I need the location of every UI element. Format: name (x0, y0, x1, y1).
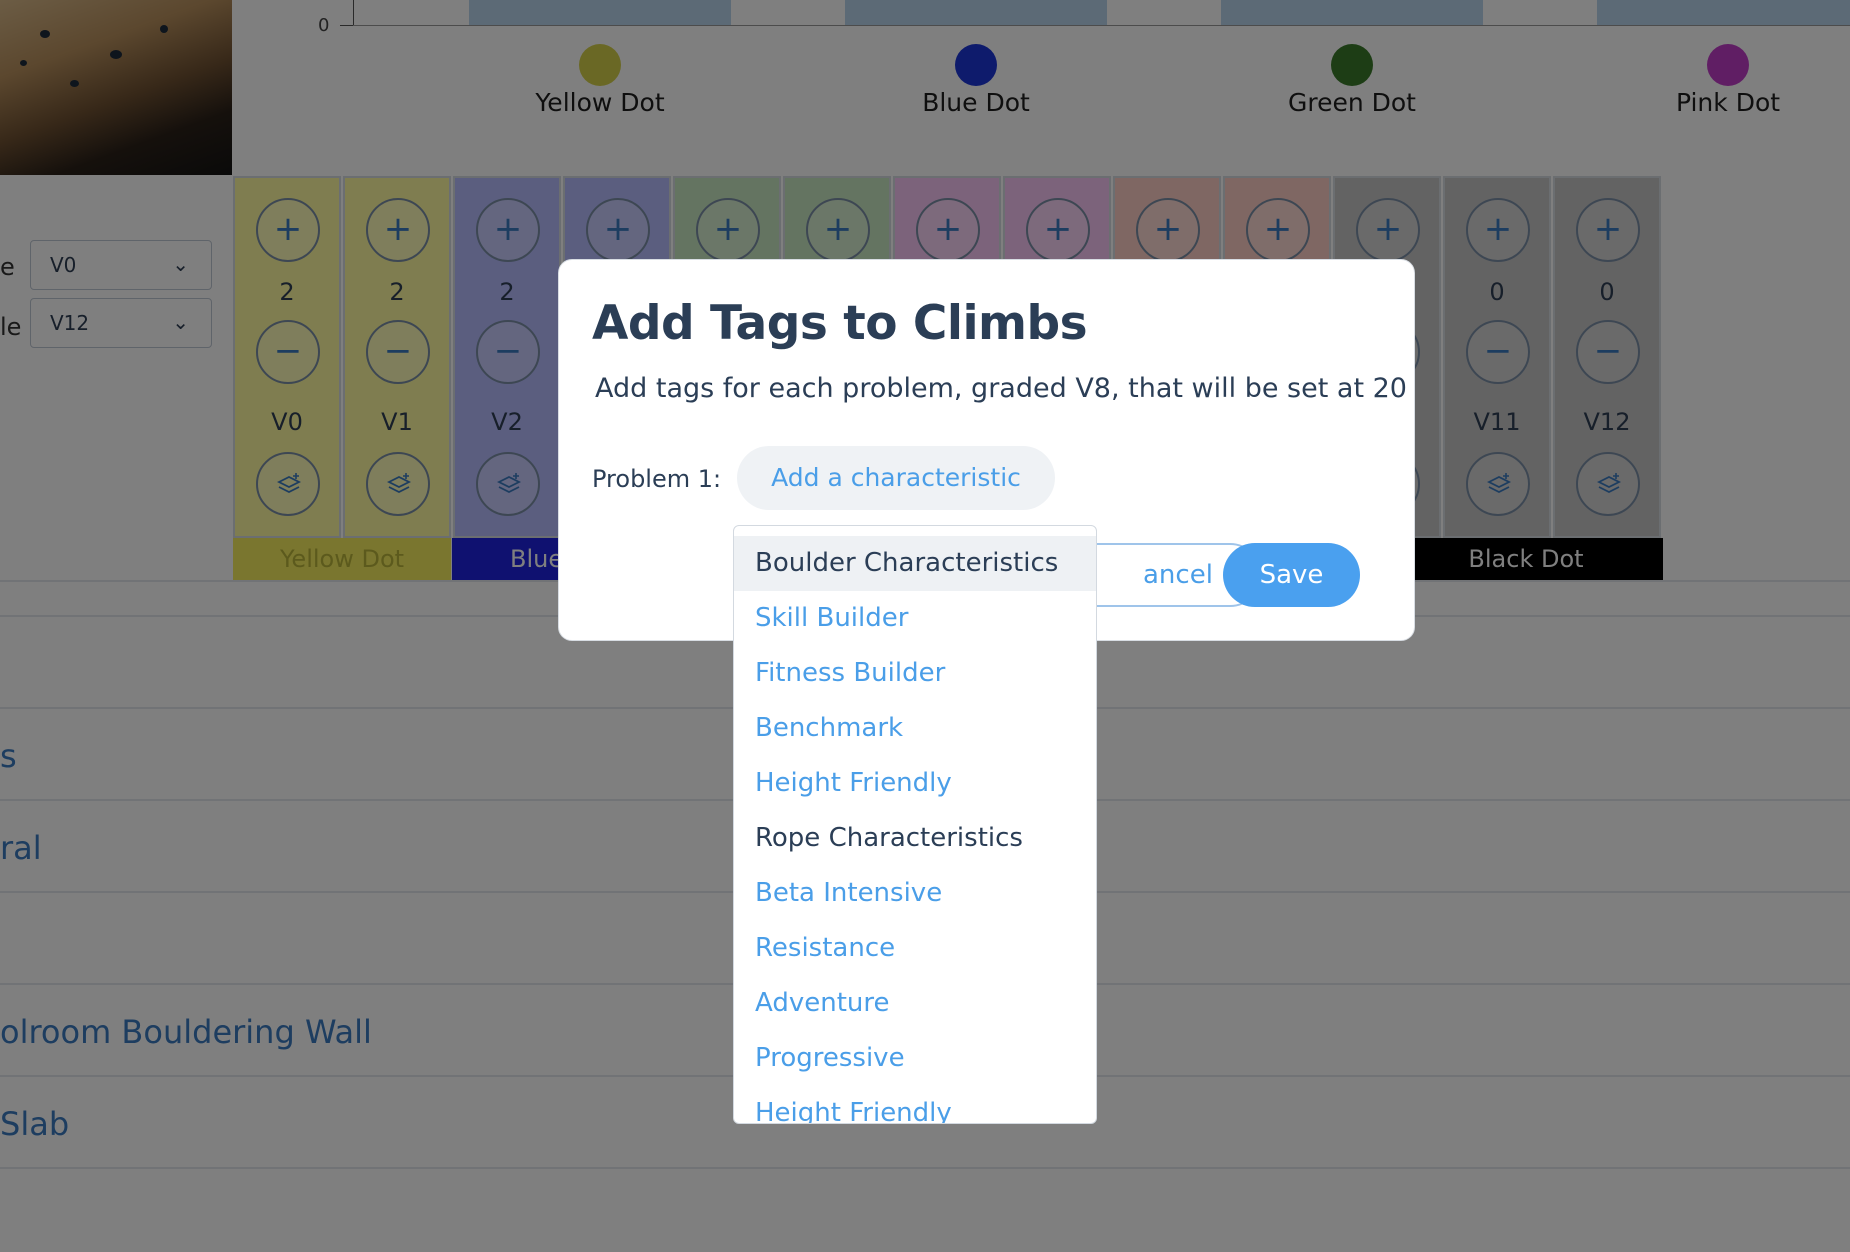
dropdown-option[interactable]: Progressive (734, 1031, 1096, 1086)
dropdown-option[interactable]: Resistance (734, 921, 1096, 976)
dropdown-option[interactable]: Adventure (734, 976, 1096, 1031)
dropdown-group-header: Rope Characteristics (755, 823, 1023, 853)
add-characteristic-select[interactable]: Add a characteristic (737, 446, 1055, 510)
modal-title: Add Tags to Climbs (592, 296, 1088, 351)
dropdown-option[interactable]: Fitness Builder (734, 646, 1096, 701)
dropdown-option[interactable]: Height Friendly (734, 756, 1096, 811)
dropdown-option[interactable]: Beta Intensive (734, 866, 1096, 921)
dropdown-group-header: Boulder Characteristics (734, 536, 1096, 591)
dropdown-option[interactable]: Height Friendly (734, 1086, 1096, 1123)
dropdown-option[interactable]: Benchmark (734, 701, 1096, 756)
problem-label: Problem 1: (592, 465, 722, 493)
dropdown-option[interactable]: Skill Builder (734, 591, 1096, 646)
save-button[interactable]: Save (1223, 543, 1360, 607)
modal-subtitle: Add tags for each problem, graded V8, th… (595, 373, 1407, 404)
characteristic-dropdown[interactable]: Boulder Characteristics Skill Builder Fitn… (733, 525, 1097, 1124)
